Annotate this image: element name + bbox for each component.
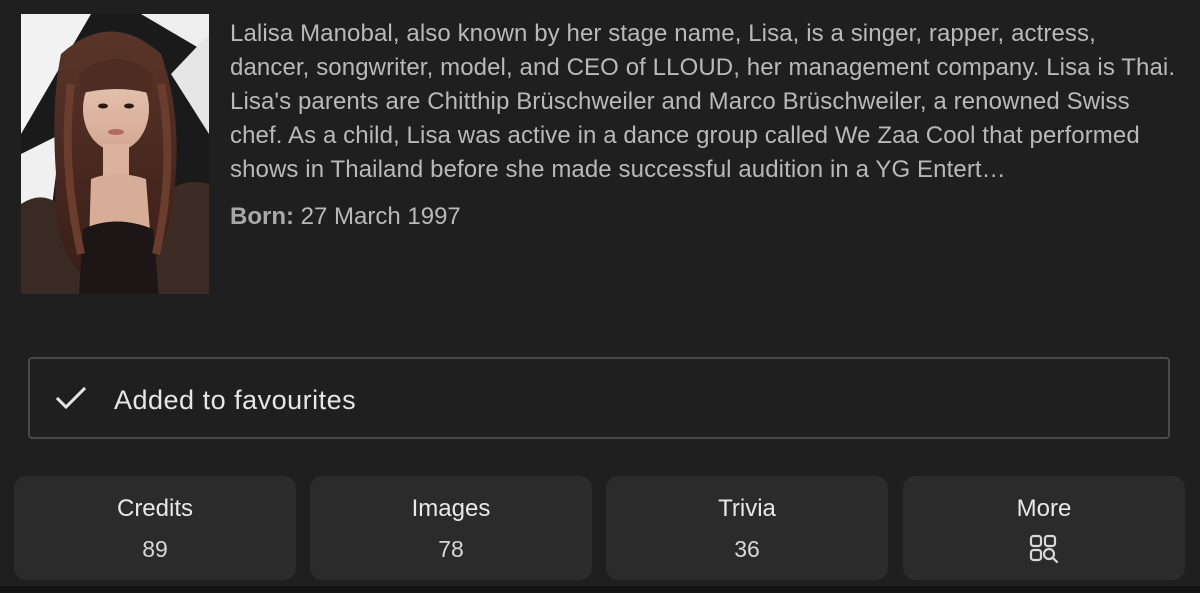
stats-row: Credits 89 Images 78 Trivia 36 More [14, 476, 1186, 580]
bottom-edge [0, 586, 1200, 593]
born-label: Born: [230, 203, 294, 230]
person-photo[interactable] [21, 14, 209, 294]
credits-count: 89 [142, 536, 168, 562]
trivia-count: 36 [734, 536, 760, 562]
more-title: More [1016, 495, 1072, 522]
images-title: Images [411, 495, 491, 522]
born-date: 27 March 1997 [300, 203, 461, 230]
trivia-tile[interactable]: Trivia 36 [606, 476, 888, 580]
favourite-label: Added to favourites [114, 385, 357, 415]
bio-text[interactable]: Lalisa Manobal, also known by her stage … [230, 17, 1180, 187]
grid-search-icon [1029, 534, 1059, 564]
bio-section: Lalisa Manobal, also known by her stage … [0, 0, 1200, 320]
more-tile[interactable]: More [903, 476, 1185, 580]
person-detail-screen: Lalisa Manobal, also known by her stage … [0, 0, 1200, 593]
credits-tile[interactable]: Credits 89 [14, 476, 296, 580]
credits-title: Credits [116, 495, 194, 522]
born-line: Born: 27 March 1997 [230, 200, 461, 234]
images-count: 78 [438, 536, 464, 562]
images-tile[interactable]: Images 78 [310, 476, 592, 580]
trivia-title: Trivia [718, 495, 776, 522]
favourite-button[interactable]: Added to favourites [28, 357, 1170, 439]
checkmark-icon [56, 387, 86, 410]
